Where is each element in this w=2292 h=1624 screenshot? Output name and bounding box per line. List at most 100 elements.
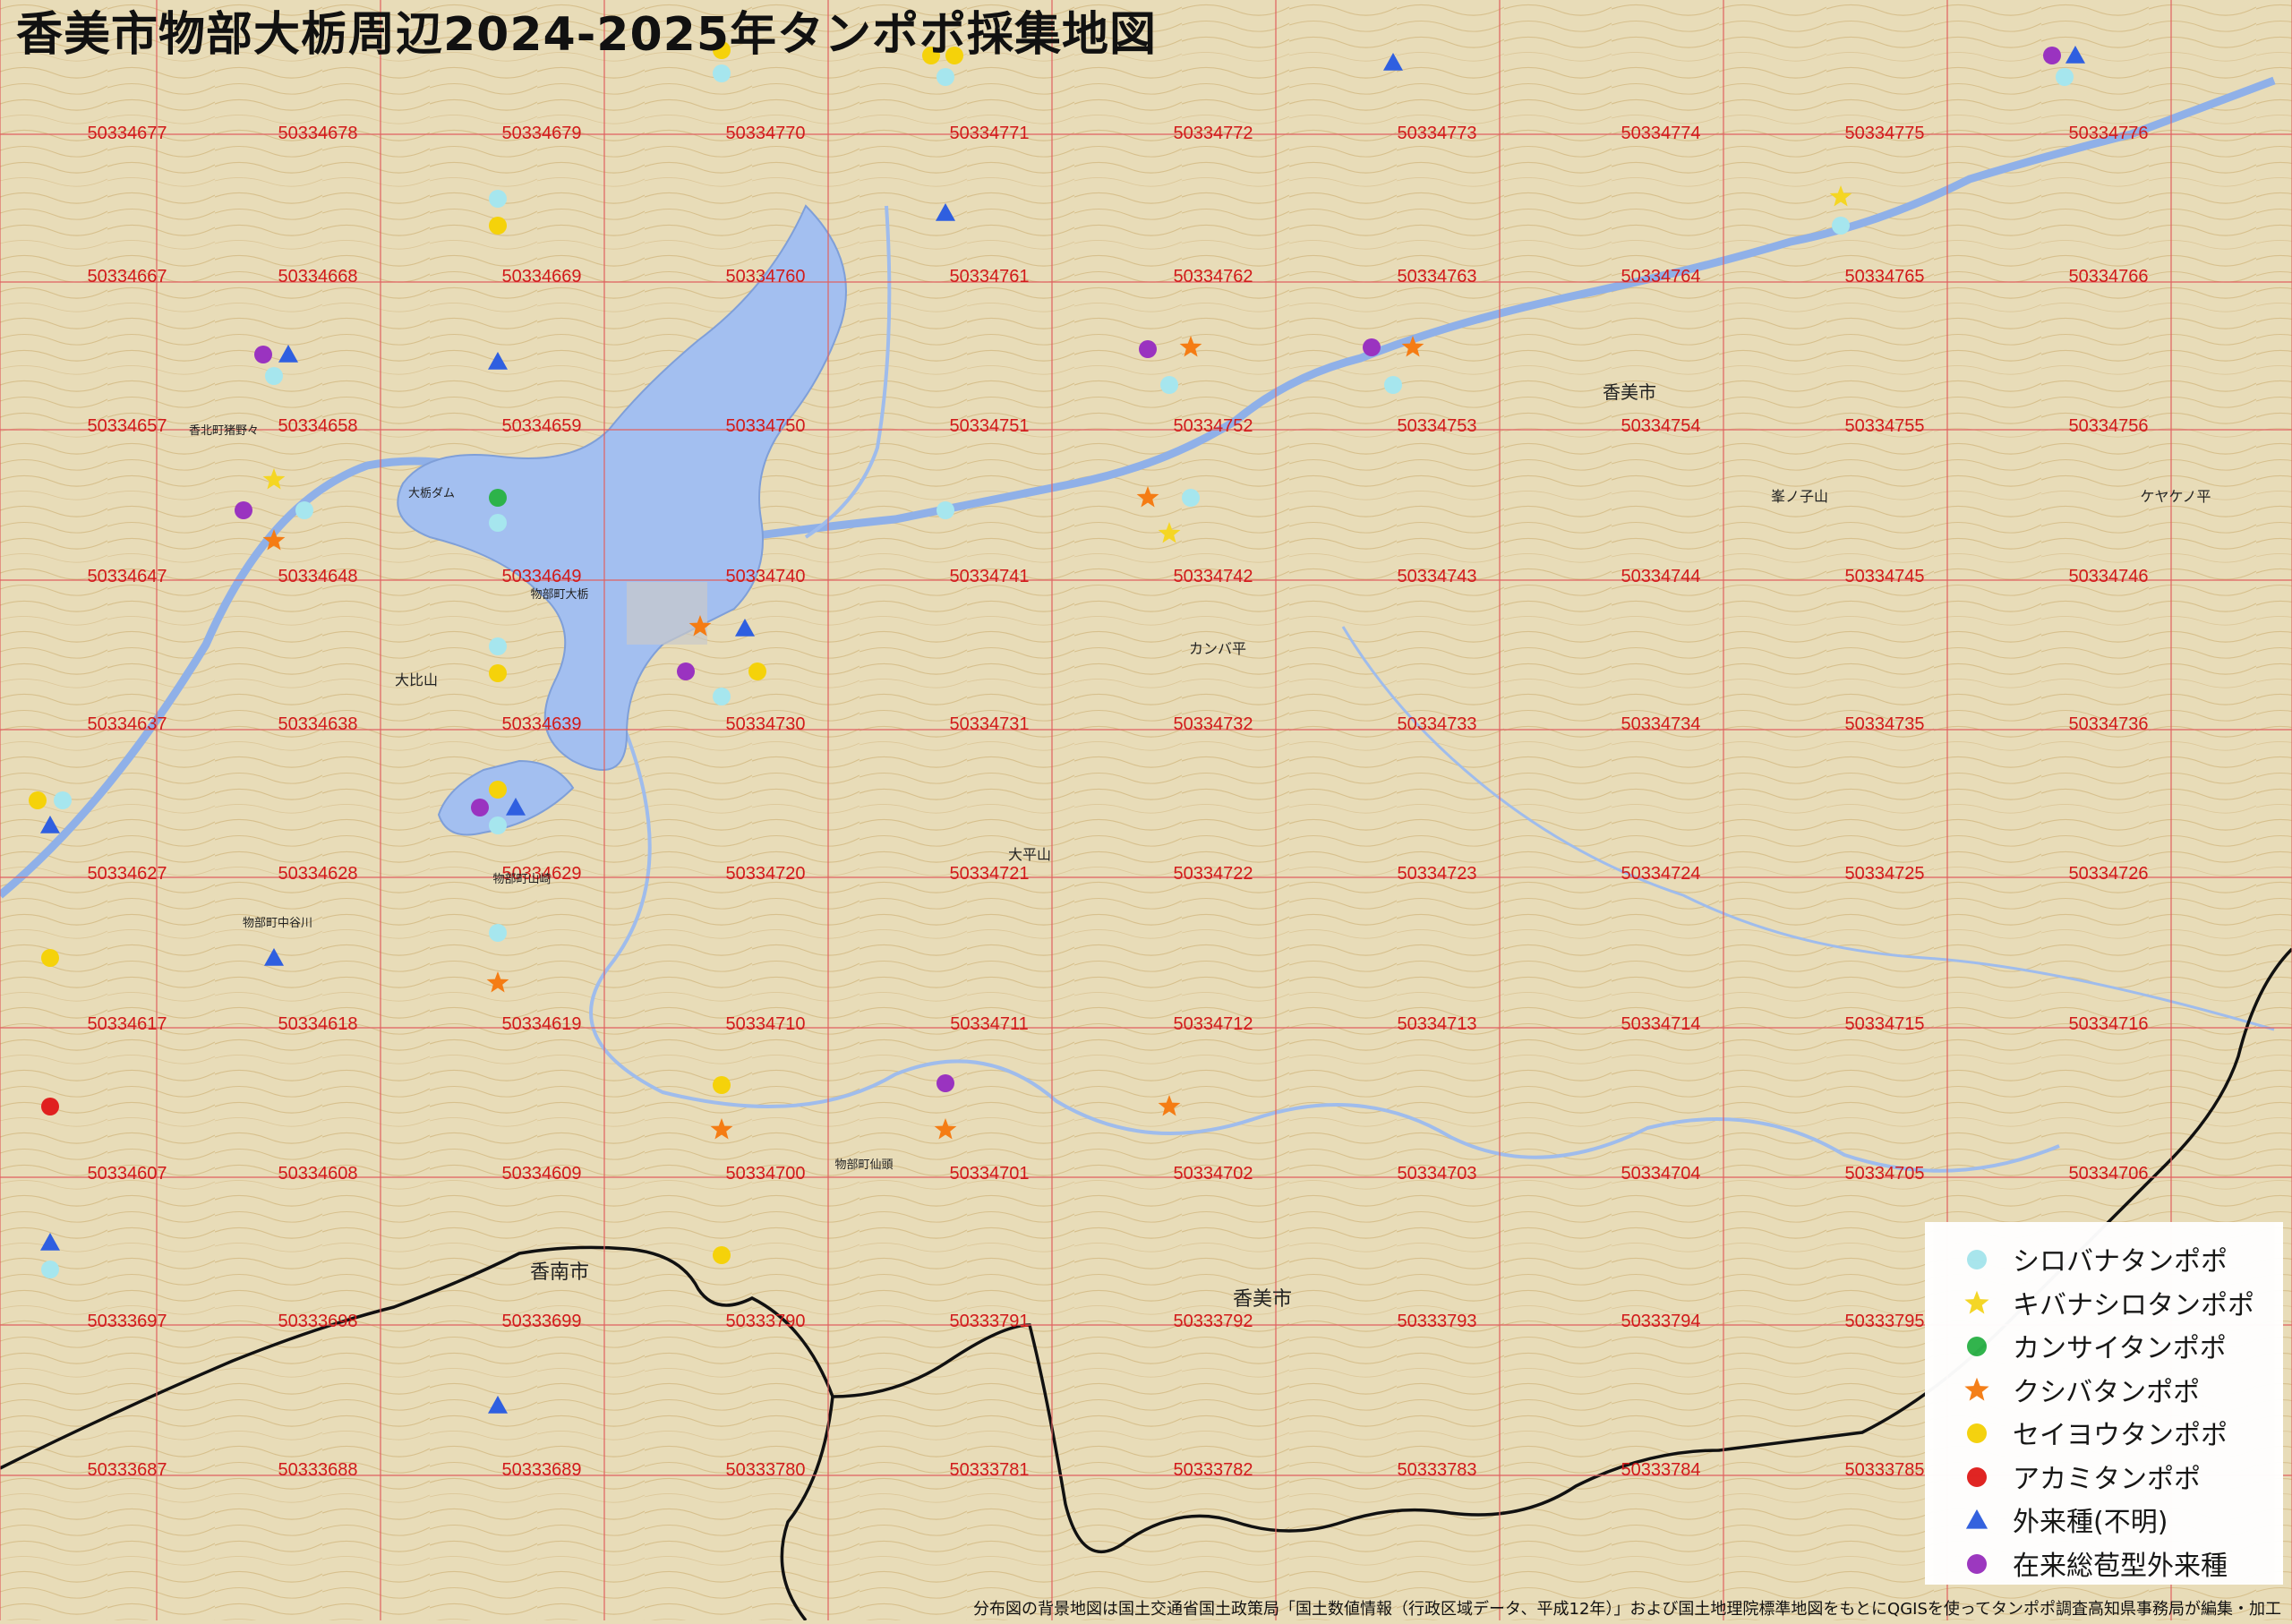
survey-marker-sougou xyxy=(1139,340,1157,358)
survey-marker-shirobana xyxy=(489,924,507,942)
mesh-code-label: 50334725 xyxy=(1845,864,1925,884)
mesh-code-label: 50334679 xyxy=(502,124,582,143)
shirobana-circle-icon xyxy=(1967,1250,1987,1269)
mesh-code-label: 50334755 xyxy=(1845,416,1925,436)
mesh-code-label: 50334764 xyxy=(1621,267,1701,286)
legend-item-gairai: 外来種(不明) xyxy=(1961,1499,2168,1540)
mesh-code-label: 50334713 xyxy=(1398,1014,1477,1034)
legend-label: アカミタンポポ xyxy=(2013,1463,2201,1495)
mesh-code-label: 50334771 xyxy=(950,124,1030,143)
mesh-code-label: 50334706 xyxy=(2069,1164,2149,1184)
mesh-code-label: 50334745 xyxy=(1845,567,1925,586)
mesh-code-label: 50334677 xyxy=(88,124,167,143)
mesh-code-label: 50334638 xyxy=(278,714,358,734)
mesh-code-label: 50333793 xyxy=(1398,1312,1477,1331)
survey-marker-sougou xyxy=(235,501,252,519)
survey-marker-shirobana xyxy=(489,190,507,208)
place-label: 物部町仙頭 xyxy=(834,1158,893,1172)
mesh-code-label: 50334658 xyxy=(278,416,358,436)
mesh-code-label: 50334756 xyxy=(2069,416,2149,436)
place-label: 物部町中谷川 xyxy=(243,917,312,930)
place-label: 香北町猪野々 xyxy=(189,424,259,438)
map-title: 香美市物部大栃周辺2024-2025年タンポポ採集地図 xyxy=(16,8,1158,62)
mesh-code-label: 50334776 xyxy=(2069,124,2149,143)
survey-marker-seiyou xyxy=(489,664,507,682)
mesh-code-label: 50334703 xyxy=(1398,1164,1477,1184)
mesh-code-label: 50334740 xyxy=(726,567,806,586)
survey-marker-shirobana xyxy=(713,688,731,705)
akami-circle-icon xyxy=(1967,1466,1987,1487)
mesh-code-label: 50334773 xyxy=(1398,124,1477,143)
mesh-code-label: 50334754 xyxy=(1621,416,1701,436)
survey-marker-shirobana xyxy=(54,791,72,809)
survey-marker-kansai xyxy=(489,489,507,507)
mesh-code-label: 50333698 xyxy=(278,1312,358,1331)
mesh-code-label: 50333687 xyxy=(88,1460,167,1480)
survey-marker-sougou xyxy=(2043,47,2061,64)
place-label: ケヤケノ平 xyxy=(2140,488,2211,505)
legend-symbol xyxy=(1964,1290,1989,1314)
mesh-code-label: 50334667 xyxy=(88,267,167,286)
map[interactable]: 50334677 50334678 50334679 50334770 50334771… xyxy=(0,0,2292,1622)
survey-marker-seiyou xyxy=(489,781,507,799)
place-label: 大平山 xyxy=(1008,846,1051,863)
mesh-code-label: 50334726 xyxy=(2069,864,2149,884)
mesh-code-label: 50334752 xyxy=(1174,416,1253,436)
legend-symbol xyxy=(1967,1553,1987,1574)
mesh-code-label: 50334721 xyxy=(950,864,1030,884)
survey-marker-sougou xyxy=(936,1074,954,1092)
place-label: 物部町山崎 xyxy=(492,873,551,886)
mesh-code-label: 50334678 xyxy=(278,124,358,143)
mesh-code-label: 50334710 xyxy=(726,1014,806,1034)
town-otochi xyxy=(627,582,707,645)
legend-item-sougou: 在来総苞型外来種 xyxy=(1961,1543,2228,1584)
legend-item-seiyou: セイヨウタンポポ xyxy=(1961,1412,2228,1453)
mesh-code-label: 50333780 xyxy=(726,1460,806,1480)
place-label: 香美市 xyxy=(1233,1288,1292,1311)
mesh-code-label: 50334619 xyxy=(502,1014,582,1034)
mesh-code-label: 50334763 xyxy=(1398,267,1477,286)
survey-marker-seiyou xyxy=(713,1246,731,1264)
mesh-code-label: 50334753 xyxy=(1398,416,1477,436)
mesh-code-label: 50334627 xyxy=(88,864,167,884)
mesh-code-label: 50333785 xyxy=(1845,1460,1925,1480)
legend: シロバナタンポポ キバナシロタンポポ カンサイタンポポ クシバタンポポ セイヨウタンポポ… xyxy=(1925,1222,2283,1585)
legend-symbol xyxy=(1964,1377,1989,1401)
mesh-code-label: 50334734 xyxy=(1621,714,1701,734)
mesh-code-label: 50334628 xyxy=(278,864,358,884)
mesh-code-label: 50334608 xyxy=(278,1164,358,1184)
kushiba-star-icon xyxy=(1964,1377,1989,1401)
mesh-code-label: 50334715 xyxy=(1845,1014,1925,1034)
mesh-code-label: 50334742 xyxy=(1174,567,1253,586)
mesh-code-label: 50334705 xyxy=(1845,1164,1925,1184)
sougou-circle-icon xyxy=(1967,1553,1987,1574)
mesh-code-label: 50334637 xyxy=(88,714,167,734)
legend-label: 外来種(不明) xyxy=(2013,1507,2168,1538)
mesh-code-label: 50334607 xyxy=(88,1164,167,1184)
mesh-code-label: 50334649 xyxy=(502,567,582,586)
mesh-code-label: 50334722 xyxy=(1174,864,1253,884)
survey-marker-seiyou xyxy=(29,791,47,809)
mesh-code-label: 50333699 xyxy=(502,1312,582,1331)
mesh-code-label: 50334659 xyxy=(502,416,582,436)
mesh-code-label: 50334735 xyxy=(1845,714,1925,734)
mesh-code-label: 50334774 xyxy=(1621,124,1701,143)
mesh-code-label: 50334741 xyxy=(950,567,1030,586)
legend-symbol xyxy=(1967,1423,1987,1443)
legend-label: クシバタンポポ xyxy=(2013,1376,2201,1408)
mesh-code-label: 50334639 xyxy=(502,714,582,734)
seiyou-circle-icon xyxy=(1967,1423,1987,1443)
mesh-code-label: 50334720 xyxy=(726,864,806,884)
mesh-code-label: 50334702 xyxy=(1174,1164,1253,1184)
mesh-code-label: 50333782 xyxy=(1174,1460,1253,1480)
survey-marker-sougou xyxy=(254,346,272,363)
place-label: 大栃ダム xyxy=(408,487,455,500)
mesh-code-label: 50333688 xyxy=(278,1460,358,1480)
mesh-code-label: 50334714 xyxy=(1621,1014,1701,1034)
survey-marker-shirobana xyxy=(936,501,954,519)
mesh-code-label: 50334766 xyxy=(2069,267,2149,286)
legend-item-shirobana: シロバナタンポポ xyxy=(1961,1238,2228,1279)
mesh-code-label: 50334772 xyxy=(1174,124,1253,143)
mesh-code-label: 50334711 xyxy=(950,1014,1029,1034)
legend-label: セイヨウタンポポ xyxy=(2013,1420,2228,1451)
